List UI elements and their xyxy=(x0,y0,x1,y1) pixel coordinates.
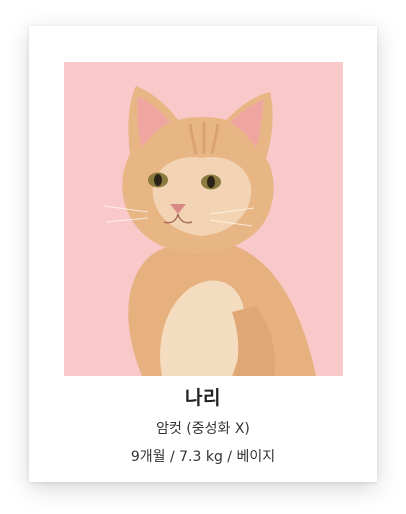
pet-name: 나리 xyxy=(185,387,221,409)
pet-profile-card[interactable]: 나리 암컷 (중성화 X) 9개월 / 7.3 kg / 베이지 xyxy=(29,26,377,482)
page: 나리 암컷 (중성화 X) 9개월 / 7.3 kg / 베이지 xyxy=(0,0,406,514)
pet-sex-neuter-status: 암컷 (중성화 X) xyxy=(156,421,250,437)
pet-age-weight-color: 9개월 / 7.3 kg / 베이지 xyxy=(130,449,276,465)
cat-illustration xyxy=(64,62,343,376)
pet-photo xyxy=(64,62,343,376)
